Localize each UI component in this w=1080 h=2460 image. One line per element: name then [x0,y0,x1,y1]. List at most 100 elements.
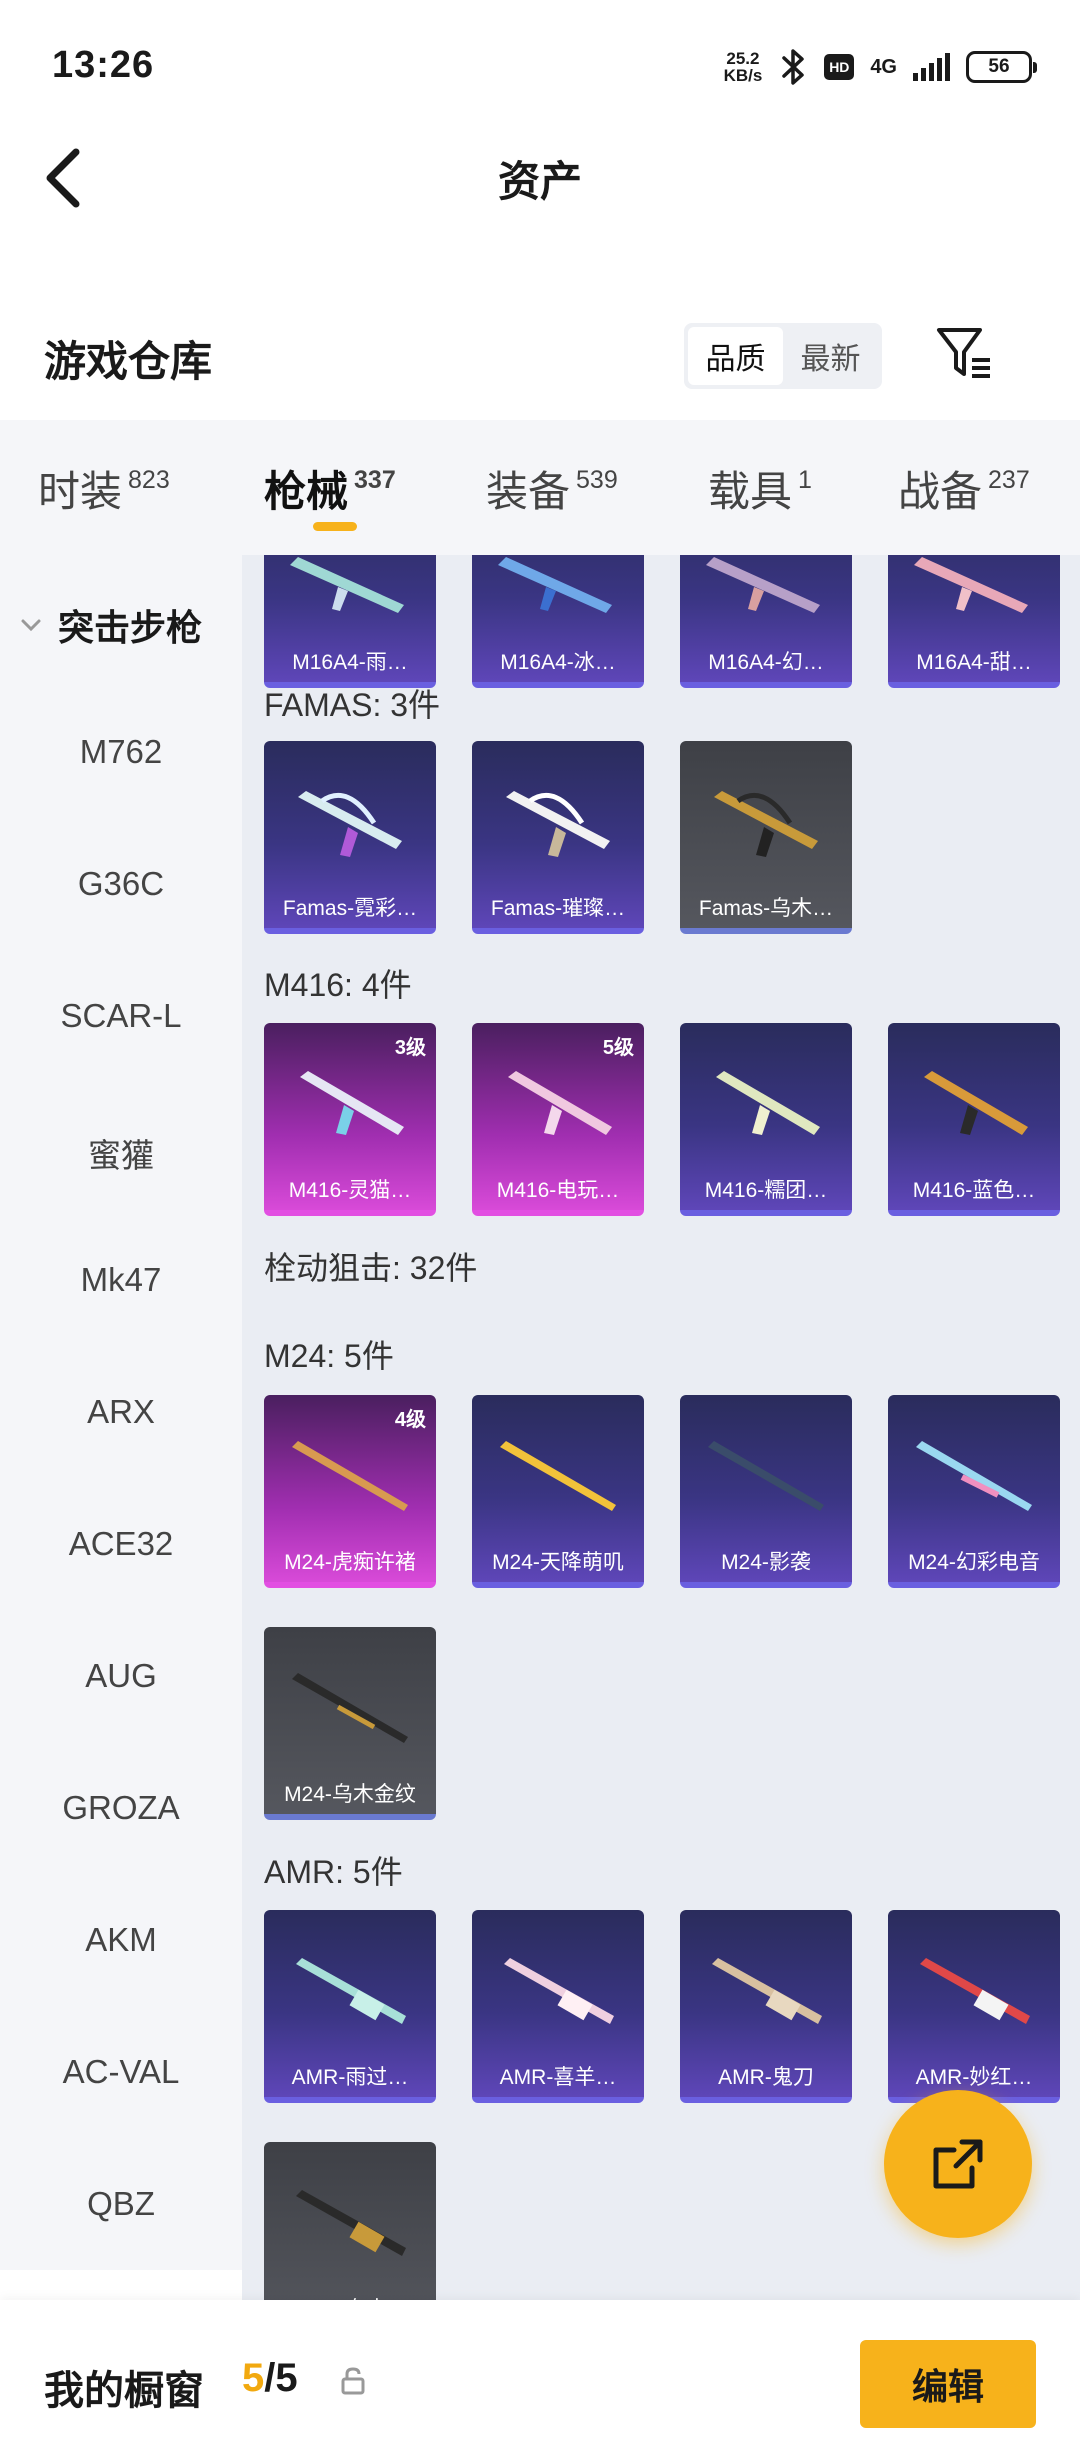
weapon-category-sidebar: 突击步枪 M762 G36C SCAR-L 蜜獾 Mk47 ARX ACE32 … [0,555,242,2270]
item-card[interactable]: M24-影袭 [680,1395,852,1588]
item-card[interactable]: M16A4-雨… [264,555,436,688]
item-card[interactable]: 5级 M416-电玩… [472,1023,644,1216]
status-bar: 13:26 25.2 KB/s HD 4G 56 [0,0,1080,130]
item-name: M16A4-雨… [292,651,408,674]
item-card[interactable]: Famas-霓彩… [264,741,436,934]
item-card[interactable]: AMR-妙红… [888,1910,1060,2103]
item-card[interactable]: M24-天降萌叽 [472,1395,644,1588]
showcase-total: /5 [264,2356,298,2400]
item-card[interactable]: AMR-喜羊… [472,1910,644,2103]
network-type: 4G [870,55,897,78]
item-name: M16A4-甜… [916,651,1032,674]
item-name: M16A4-幻… [708,651,824,674]
network-speed-unit: KB/s [723,66,763,85]
status-icons: 25.2 KB/s HD 4G 56 [724,44,1037,90]
sort-by-newest[interactable]: 最新 [783,327,878,385]
rifle-icon [498,557,612,613]
item-card[interactable]: M16A4-幻… [680,555,852,688]
sort-by-quality[interactable]: 品质 [688,327,783,385]
item-card[interactable]: 3级 M416-灵猫… [264,1023,436,1216]
sidebar-item[interactable]: M762 [0,733,242,771]
tab-supplies[interactable]: 战备 237 [898,458,1030,519]
item-card[interactable]: 4级 M24-虎痴许褚 [264,1395,436,1588]
group-label-m24: M24: 5件 [264,1338,394,1374]
item-card[interactable]: AMR-鬼刀 [680,1910,852,2103]
item-card[interactable]: M24-乌木金纹 [264,1627,436,1820]
sidebar-item[interactable]: AUG [0,1657,242,1695]
rifle-icon [300,1071,404,1135]
tab-fashion[interactable]: 时装 823 [38,458,170,519]
filter-button[interactable] [934,324,994,384]
rifle-icon [706,557,820,613]
item-card[interactable]: Famas-乌木… [680,741,852,934]
item-card[interactable]: AMR-雨过… [264,1910,436,2103]
bluetooth-icon [782,49,805,85]
group-label-m416: M416: 4件 [264,967,412,1003]
sidebar-item[interactable]: 蜜獾 [0,1129,242,1177]
item-name: M24-天降萌叽 [492,1551,624,1574]
rifle-icon [716,1071,820,1135]
item-name: M416-灵猫… [288,1179,412,1202]
item-name: AMR-雨过… [291,2066,409,2089]
item-name: M416-电玩… [496,1179,620,1202]
chevron-down-icon [21,619,41,632]
edit-button[interactable]: 编辑 [860,2340,1036,2428]
sidebar-item[interactable]: ACE32 [0,1525,242,1563]
tab-count: 1 [798,466,812,494]
page-title: 资产 [497,158,582,205]
item-name: AMR-妙红… [915,2066,1033,2089]
rifle-icon [296,2190,406,2256]
rifle-icon [296,1958,406,2024]
item-grid: M16A4-雨… M16A4-冰… M16A4-幻… M16A4-甜… FAMA… [242,555,1080,2305]
rifle-icon [500,1441,616,1511]
rifle-icon [292,1673,408,1743]
item-card[interactable]: Famas-璀璨… [472,741,644,934]
tab-label: 载具 [708,468,793,515]
group-label-bolt-sniper: 栓动狙击: 32件 [264,1250,478,1286]
showcase-current: 5 [242,2356,265,2400]
filter-icon [937,328,990,378]
sidebar-item[interactable]: SCAR-L [0,997,242,1035]
rifle-icon [708,1441,824,1511]
sidebar-item[interactable]: Mk47 [0,1261,242,1299]
tab-count: 823 [128,466,170,494]
sidebar-item[interactable]: G36C [0,865,242,903]
share-button[interactable] [884,2090,1032,2238]
rifle-icon [916,1441,1032,1511]
group-label-amr: AMR: 5件 [264,1854,403,1890]
sidebar-item[interactable]: ARX [0,1393,242,1431]
tab-label: 时装 [38,468,123,515]
tab-vehicles[interactable]: 载具 1 [708,458,812,519]
sidebar-item[interactable]: AKM [0,1921,242,1959]
network-speed-value: 25.2 [726,49,760,68]
sidebar-group-assault-rifles[interactable]: 突击步枪 [18,599,202,651]
share-icon [933,2139,983,2189]
item-card[interactable]: M416-蓝色… [888,1023,1060,1216]
rifle-icon [298,791,402,857]
sidebar-item[interactable]: AC-VAL [0,2053,242,2091]
item-card[interactable]: AMR-乌木… [264,2142,436,2305]
item-card[interactable]: M16A4-冰… [472,555,644,688]
tab-equipment[interactable]: 装备 539 [486,458,618,519]
rifle-icon [914,557,1028,613]
item-name: AMR-喜羊… [499,2066,617,2089]
network-speed: 25.2 KB/s [724,50,763,84]
battery-level: 56 [988,56,1010,77]
item-card[interactable]: M16A4-甜… [888,555,1060,688]
item-name: M416-糯团… [704,1179,828,1202]
item-card[interactable]: M24-幻彩电音 [888,1395,1060,1588]
rifle-icon [290,557,404,613]
item-name: Famas-璀璨… [490,897,626,920]
tab-label: 战备 [898,468,983,515]
item-name: M24-虎痴许褚 [284,1551,416,1574]
tab-label: 装备 [486,468,571,515]
sidebar-group-label: 突击步枪 [58,607,203,648]
showcase-count: 5/5 [242,2356,298,2401]
battery-icon: 56 [966,51,1037,83]
category-tabs: 时装 823 枪械 337 装备 539 载具 1 战备 237 [0,420,1080,555]
sidebar-item[interactable]: QBZ [0,2185,242,2223]
item-card[interactable]: M416-糯团… [680,1023,852,1216]
sidebar-item[interactable]: GROZA [0,1789,242,1827]
tab-guns[interactable]: 枪械 337 [264,458,396,519]
tab-count: 237 [988,466,1030,494]
